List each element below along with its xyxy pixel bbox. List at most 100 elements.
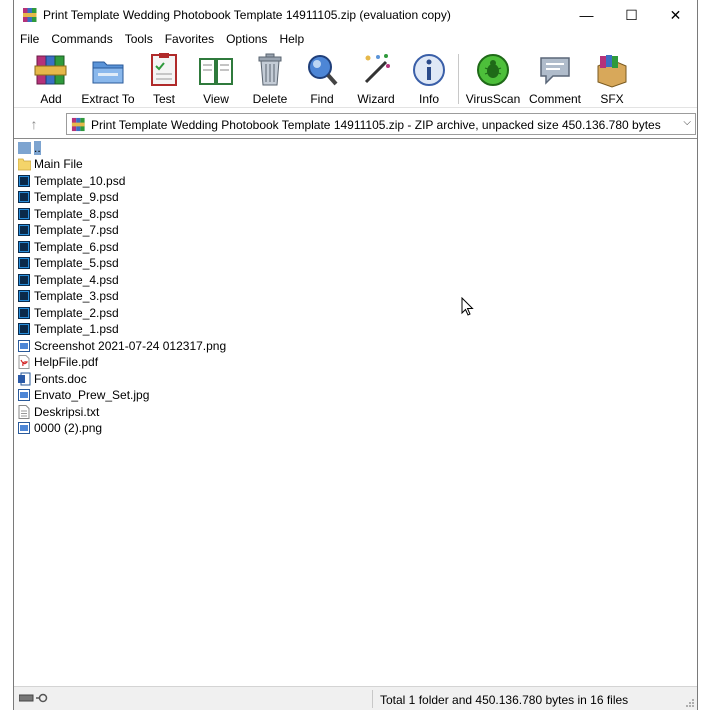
image-icon <box>18 389 30 401</box>
file-name: Template_8.psd <box>34 207 119 221</box>
psd-icon <box>18 274 30 286</box>
file-name: Template_6.psd <box>34 240 119 254</box>
file-name: Template_5.psd <box>34 256 119 270</box>
list-item[interactable]: Template_2.psd <box>18 305 119 321</box>
file-name: Envato_Prew_Set.jpg <box>34 388 150 402</box>
file-name: Template_1.psd <box>34 322 119 336</box>
archive-path-text: Print Template Wedding Photobook Templat… <box>91 118 661 132</box>
test-label: Test <box>152 92 175 106</box>
file-list: .. Main File Template_10.psd Template_9.… <box>14 138 697 686</box>
info-label: Info <box>418 92 439 106</box>
virusscan-label: VirusScan <box>465 92 521 106</box>
pdf-icon <box>18 355 30 369</box>
address-bar: ↑ Print Template Wedding Photobook Templ… <box>14 112 697 136</box>
maximize-button[interactable]: ☐ <box>609 0 654 30</box>
wizard-button[interactable]: Wizard <box>355 52 397 106</box>
archive-icon <box>71 117 85 132</box>
parent-folder-icon <box>18 142 31 154</box>
menu-file[interactable]: File <box>14 30 45 50</box>
list-item[interactable]: Envato_Prew_Set.jpg <box>18 387 149 403</box>
toolbar: Add Extract To Test View Delete Find Wiz… <box>14 50 697 108</box>
minimize-button[interactable]: — <box>564 0 609 30</box>
psd-icon <box>18 224 30 236</box>
view-button[interactable]: View <box>196 52 236 106</box>
up-folder-button[interactable]: ↑ <box>24 114 44 134</box>
delete-button[interactable]: Delete <box>250 52 290 106</box>
text-file-icon <box>18 405 30 419</box>
status-bar: Total 1 folder and 450.136.780 bytes in … <box>14 686 697 710</box>
list-item[interactable]: Template_9.psd <box>18 189 119 205</box>
file-name: Template_7.psd <box>34 223 119 237</box>
list-item[interactable]: HelpFile.pdf <box>18 354 98 370</box>
list-item[interactable]: Main File <box>18 156 83 172</box>
list-item[interactable]: Template_10.psd <box>18 173 125 189</box>
test-checklist-icon <box>151 53 177 86</box>
resize-grip-icon[interactable] <box>685 698 695 708</box>
comment-button[interactable]: Comment <box>527 52 583 106</box>
list-item[interactable]: Template_1.psd <box>18 321 119 337</box>
psd-icon <box>18 175 30 187</box>
chevron-down-icon: ⌵ <box>683 117 691 128</box>
winrar-app-icon <box>23 8 37 22</box>
list-item[interactable]: Template_8.psd <box>18 206 119 222</box>
menu-options[interactable]: Options <box>220 30 273 50</box>
psd-icon <box>18 307 30 319</box>
extract-to-label: Extract To <box>81 92 135 106</box>
info-icon <box>413 54 445 86</box>
sfx-box-icon <box>597 55 627 88</box>
toolbar-separator <box>458 54 459 104</box>
list-item[interactable]: Screenshot 2021-07-24 012317.png <box>18 338 226 354</box>
file-name: Template_2.psd <box>34 306 119 320</box>
list-item[interactable]: Template_3.psd <box>18 288 119 304</box>
file-name: Template_9.psd <box>34 190 119 204</box>
status-summary: Total 1 folder and 450.136.780 bytes in … <box>380 693 629 707</box>
archive-books-icon <box>34 55 67 85</box>
psd-icon <box>18 191 30 203</box>
magic-wand-icon <box>364 54 390 84</box>
info-button[interactable]: Info <box>411 52 447 106</box>
find-label: Find <box>310 92 334 106</box>
view-book-icon <box>199 58 233 85</box>
list-item[interactable]: 0000 (2).png <box>18 420 102 436</box>
menu-tools[interactable]: Tools <box>119 30 159 50</box>
mouse-cursor-icon <box>461 297 474 316</box>
extract-folder-icon <box>92 61 124 84</box>
list-item[interactable]: Template_6.psd <box>18 239 119 255</box>
archive-path-dropdown[interactable]: Print Template Wedding Photobook Templat… <box>66 113 696 135</box>
menu-favorites[interactable]: Favorites <box>159 30 220 50</box>
test-button[interactable]: Test <box>145 52 183 106</box>
menu-help[interactable]: Help <box>273 30 310 50</box>
virusscan-button[interactable]: VirusScan <box>466 52 520 106</box>
comment-bubble-icon <box>540 57 570 85</box>
psd-icon <box>18 241 30 253</box>
file-name: Deskripsi.txt <box>34 405 100 419</box>
file-name: HelpFile.pdf <box>34 355 99 369</box>
list-item[interactable]: .. <box>18 140 41 156</box>
close-button[interactable]: ✕ <box>653 0 698 30</box>
list-item[interactable]: Template_7.psd <box>18 222 119 238</box>
add-button[interactable]: Add <box>31 52 71 106</box>
add-label: Add <box>40 92 62 106</box>
menu-bar: File Commands Tools Favorites Options He… <box>14 30 697 50</box>
list-item[interactable]: Deskripsi.txt <box>18 404 99 420</box>
file-name: Fonts.doc <box>34 372 87 386</box>
title-bar: Print Template Wedding Photobook Templat… <box>14 0 697 30</box>
window-title: Print Template Wedding Photobook Templat… <box>43 8 451 22</box>
file-name: .. <box>34 141 41 155</box>
menu-commands[interactable]: Commands <box>45 30 118 50</box>
file-name: Screenshot 2021-07-24 012317.png <box>34 339 227 353</box>
delete-label: Delete <box>252 92 288 106</box>
list-item[interactable]: Fonts.doc <box>18 371 87 387</box>
image-icon <box>18 340 30 352</box>
sfx-label: SFX <box>600 92 624 106</box>
file-name: Template_10.psd <box>34 174 126 188</box>
sfx-button[interactable]: SFX <box>592 52 632 106</box>
file-name: Main File <box>34 157 83 171</box>
list-item[interactable]: Template_4.psd <box>18 272 119 288</box>
word-icon <box>18 372 31 386</box>
find-button[interactable]: Find <box>304 52 340 106</box>
list-item[interactable]: Template_5.psd <box>18 255 119 271</box>
wizard-label: Wizard <box>357 92 395 106</box>
extract-to-button[interactable]: Extract To <box>80 52 136 106</box>
psd-icon <box>18 208 30 220</box>
